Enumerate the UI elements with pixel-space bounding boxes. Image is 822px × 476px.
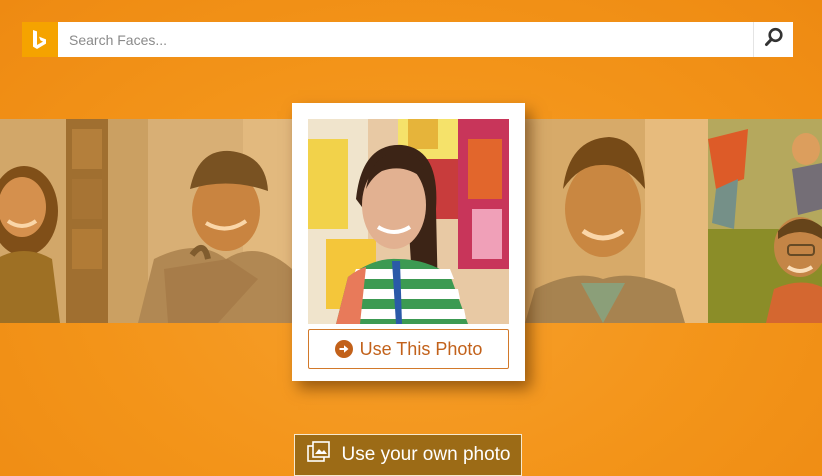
bing-logo-icon[interactable] [22, 22, 58, 57]
use-own-photo-label: Use your own photo [341, 444, 511, 465]
face-thumbnail[interactable] [708, 119, 822, 323]
face-thumbnail[interactable] [0, 119, 108, 323]
use-own-photo-button[interactable]: Use your own photo [294, 434, 522, 476]
search-input[interactable] [58, 22, 752, 57]
face-thumbnail[interactable] [525, 119, 708, 323]
use-this-photo-label: Use This Photo [359, 338, 483, 359]
search-bar [58, 22, 793, 57]
featured-photo [308, 119, 509, 324]
photos-stack-icon [306, 440, 332, 470]
featured-photo-card: Use This Photo [292, 103, 525, 381]
search-button[interactable] [753, 22, 793, 57]
search-icon [764, 27, 784, 52]
arrow-circle-right-icon [334, 340, 353, 358]
face-thumbnail[interactable] [108, 119, 292, 323]
use-this-photo-button[interactable]: Use This Photo [308, 329, 509, 369]
